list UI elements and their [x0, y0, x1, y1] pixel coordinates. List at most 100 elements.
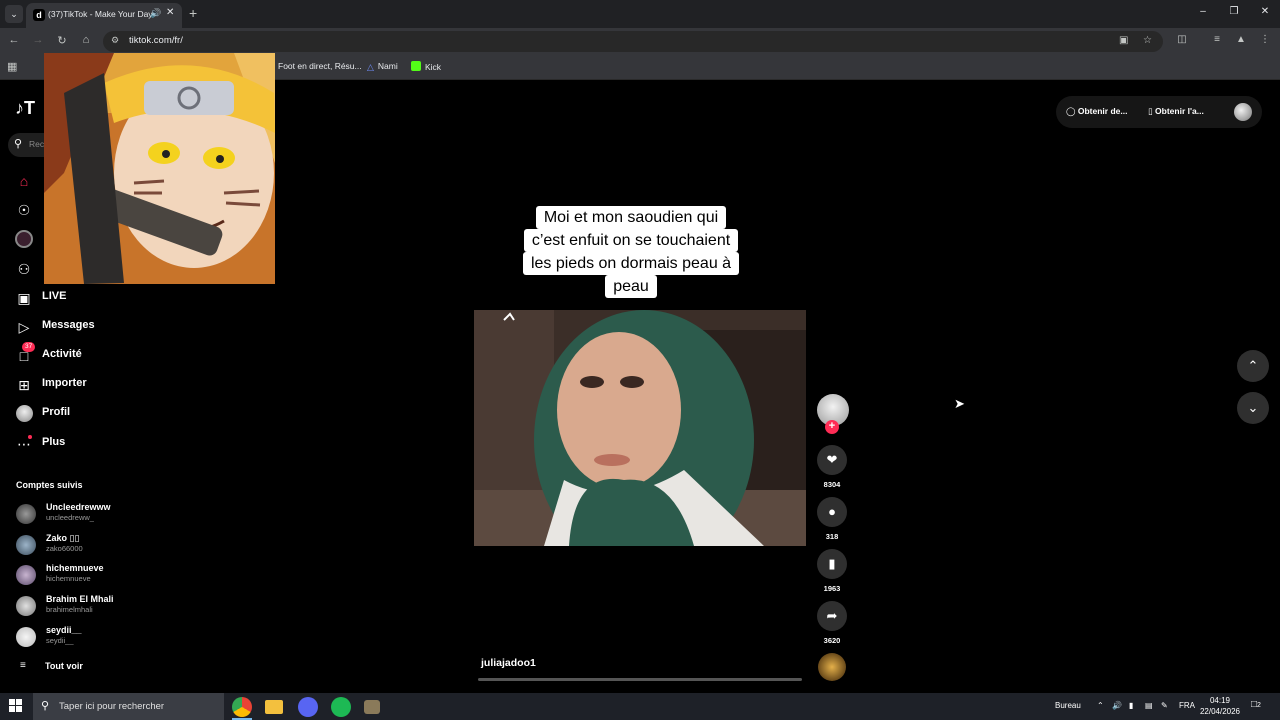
bookmark-icon[interactable]: ▮ — [817, 549, 847, 579]
apps-grid-icon[interactable]: ▦ — [7, 60, 17, 73]
account-name: Brahim El Mhali — [46, 594, 114, 604]
menu-kebab-icon[interactable]: ⋮ — [1257, 34, 1273, 45]
restore-icon[interactable]: ❐ — [1224, 6, 1244, 17]
url-text[interactable]: tiktok.com/fr/ — [129, 35, 183, 46]
nav-live[interactable]: ▣ LIVE — [14, 287, 194, 309]
tab-close-icon[interactable]: ✕ — [166, 7, 174, 18]
activity-badge: 37 — [22, 342, 36, 352]
nav-more[interactable]: ⋯ Plus — [14, 433, 194, 455]
tab-search-chevron-icon[interactable]: ⌄ — [5, 5, 23, 23]
minimize-icon[interactable]: – — [1193, 6, 1213, 17]
save-action[interactable]: ▮ 1963 — [817, 549, 847, 593]
bookmark-kick[interactable]: Kick — [411, 61, 441, 72]
search-input[interactable]: ⚲ Rec — [8, 133, 48, 157]
share-arrow-icon[interactable]: ➦ — [817, 601, 847, 631]
like-action[interactable]: ❤ 8304 — [817, 445, 847, 489]
file-explorer-icon[interactable] — [265, 700, 283, 714]
forward-icon[interactable]: → — [30, 34, 46, 46]
nav-messages[interactable]: ▷ Messages — [14, 316, 194, 338]
desktop-toolbar-label[interactable]: Bureau — [1055, 701, 1081, 710]
audio-playing-icon[interactable]: 🔊 — [150, 8, 161, 19]
share-action[interactable]: ➦ 3620 — [817, 601, 847, 645]
previous-video-chevron-up-icon[interactable]: ⌃ — [1237, 350, 1269, 382]
see-all-link[interactable]: ≡ Tout voir — [16, 660, 136, 676]
comment-icon[interactable]: ● — [817, 497, 847, 527]
video-progress-bar[interactable] — [478, 678, 802, 681]
get-coins-button[interactable]: ◯ Obtenir de... — [1066, 106, 1127, 117]
music-disc-icon[interactable] — [818, 653, 846, 681]
network-icon[interactable]: ▤ — [1145, 701, 1153, 710]
windows-taskbar: ⚲ Taper ici pour rechercher Bureau ⌃ 🔊 ▮… — [0, 693, 1280, 720]
save-count: 1963 — [823, 584, 841, 593]
followed-account[interactable]: Zako ▯▯ zako66000 — [16, 532, 216, 558]
avatar — [16, 565, 36, 585]
reload-icon[interactable]: ↻ — [54, 34, 70, 47]
nav-profile[interactable]: Profil — [14, 403, 194, 425]
heart-icon[interactable]: ❤ — [817, 445, 847, 475]
pen-icon[interactable]: ✎ — [1161, 701, 1168, 710]
nav-upload[interactable]: ⊞ Importer — [14, 374, 194, 396]
followed-account[interactable]: Brahim El Mhali brahimelmhali — [16, 593, 216, 619]
chrome-app-icon[interactable] — [232, 697, 252, 717]
profile-icon[interactable]: ▲ — [1233, 34, 1249, 45]
account-handle: brahimelmhali — [46, 605, 93, 614]
avatar — [16, 627, 36, 647]
nav-label: Importer — [42, 377, 87, 389]
bookmark-foot[interactable]: Foot en direct, Résu... — [278, 61, 362, 71]
game-app-icon[interactable] — [364, 700, 380, 714]
video-player[interactable] — [474, 310, 806, 546]
see-all-label: Tout voir — [45, 661, 83, 671]
tray-overflow-icon[interactable]: ⌃ — [1097, 701, 1104, 710]
account-handle: zako66000 — [46, 544, 83, 553]
caption-line: peau — [605, 275, 657, 298]
logo-text: T — [24, 98, 35, 118]
install-app-icon[interactable]: ▣ — [1119, 35, 1128, 46]
friends-icon: ⚇ — [17, 261, 31, 277]
next-video-chevron-down-icon[interactable]: ⌄ — [1237, 392, 1269, 424]
anime-character-art — [44, 53, 275, 284]
taskbar-search-input[interactable]: ⚲ Taper ici pour rechercher — [33, 693, 224, 720]
taskbar-clock[interactable]: 04:19 22/04/2026 — [1198, 695, 1242, 717]
spotify-app-icon[interactable] — [331, 697, 351, 717]
comment-count: 318 — [825, 532, 839, 541]
follow-plus-icon[interactable]: + — [825, 420, 839, 434]
tiktok-favicon-icon: d — [33, 9, 45, 21]
followed-account[interactable]: hichemnueve hichemnueve — [16, 562, 216, 588]
home-icon: ⌂ — [19, 173, 29, 189]
address-bar[interactable]: ⚙ tiktok.com/fr/ ▣ ☆ — [103, 31, 1163, 52]
user-avatar[interactable] — [1234, 103, 1252, 121]
bookmark-label: Foot en direct, Résu... — [278, 61, 362, 71]
video-author[interactable]: juliajadoo1 — [481, 657, 536, 669]
nav-label: LIVE — [42, 290, 67, 302]
notifications-icon[interactable]: □2 — [1251, 699, 1261, 710]
home-icon[interactable]: ⌂ — [78, 34, 94, 46]
browser-toolbar: ← → ↻ ⌂ ⚙ tiktok.com/fr/ ▣ ☆ ◫ ≡ ▲ ⋮ — [0, 28, 1280, 55]
site-info-icon[interactable]: ⚙ — [111, 35, 123, 47]
language-indicator[interactable]: FRA — [1179, 701, 1195, 710]
extensions-icon[interactable]: ◫ — [1174, 34, 1190, 45]
browser-tab-tiktok[interactable]: d (37)TikTok - Make Your Day 🔊 ✕ — [26, 3, 182, 28]
kick-logo-icon — [411, 61, 421, 71]
volume-icon[interactable]: 🔊 — [1112, 701, 1122, 710]
account-handle: uncleedreww_ — [46, 513, 94, 522]
discord-app-icon[interactable] — [298, 697, 318, 717]
get-app-button[interactable]: ▯ Obtenir l'a... — [1148, 106, 1204, 117]
mouse-cursor-icon: ➤ — [954, 396, 965, 411]
search-icon: ⚲ — [14, 138, 23, 150]
windows-start-icon[interactable] — [9, 699, 23, 713]
nav-activity[interactable]: □ 37 Activité — [14, 342, 194, 367]
caption-line: les pieds on dormais peau à — [522, 252, 740, 275]
bookmark-nami[interactable]: △ Nami — [367, 61, 398, 72]
microphone-icon[interactable]: ▮ — [1129, 701, 1133, 710]
followed-account[interactable]: Uncleedrewww uncleedreww_ — [16, 501, 216, 527]
new-tab-plus-icon[interactable]: + — [189, 5, 197, 21]
tiktok-logo[interactable]: ♪T — [15, 98, 35, 119]
bookmark-star-icon[interactable]: ☆ — [1143, 35, 1152, 46]
media-controls-icon[interactable]: ≡ — [1209, 34, 1225, 45]
followed-account[interactable]: seydii__ seydii__ — [16, 624, 216, 650]
account-handle: hichemnueve — [46, 574, 91, 583]
back-icon[interactable]: ← — [6, 34, 22, 46]
comment-action[interactable]: ● 318 — [817, 497, 847, 541]
window-close-icon[interactable]: ✕ — [1255, 6, 1275, 17]
profile-avatar-icon — [14, 405, 34, 423]
